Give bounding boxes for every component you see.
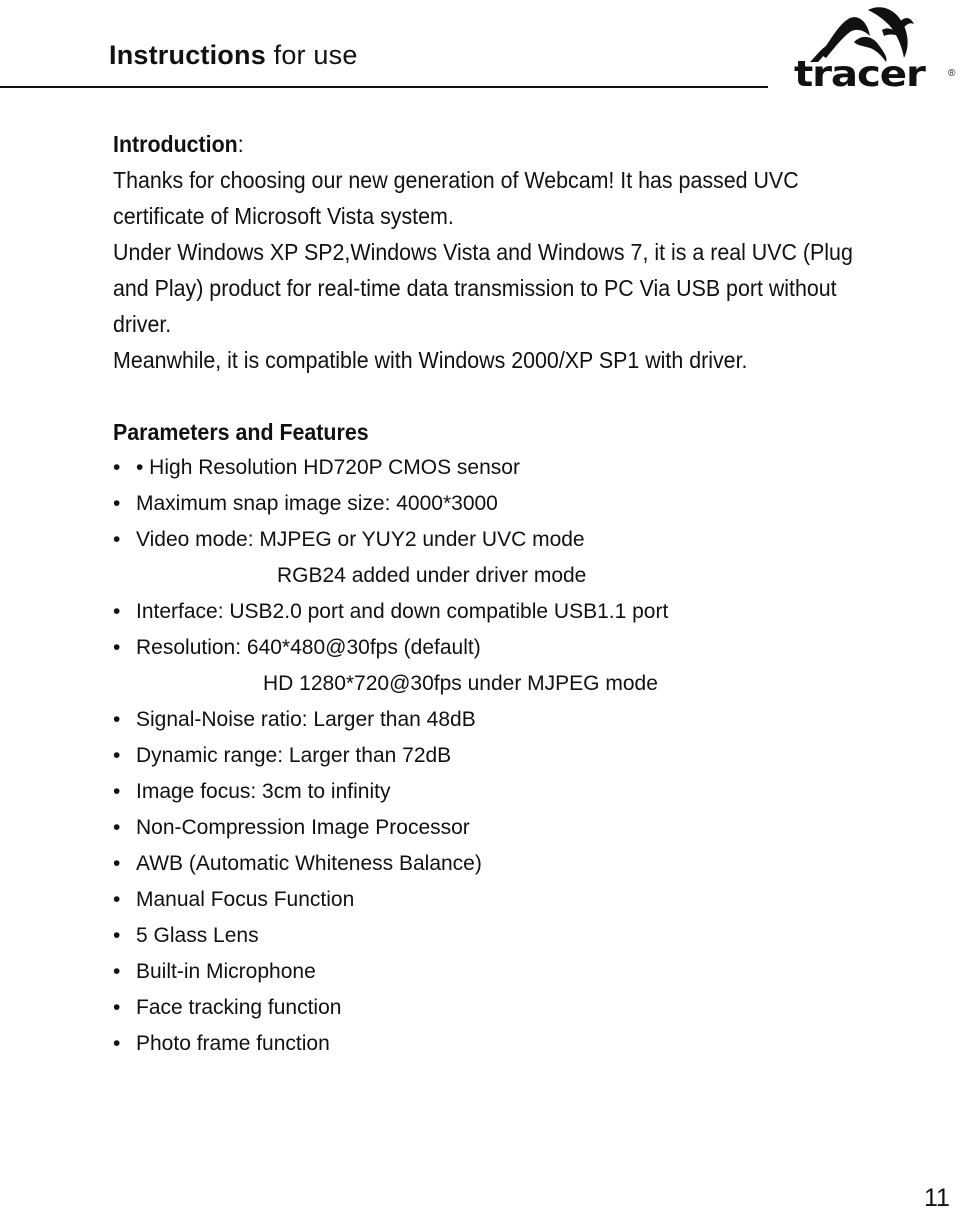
bullet-icon: • [113, 996, 121, 1019]
bullet-icon: • [113, 960, 121, 983]
introduction-line: Under Windows XP SP2,Windows Vista and W… [113, 239, 853, 265]
bullet-icon: • [113, 708, 121, 731]
feature-item: • Manual Focus Function [113, 882, 953, 918]
bullet-icon: • [113, 888, 121, 911]
bullet-icon: • [113, 528, 121, 551]
brand-wordmark: tracer [794, 54, 926, 95]
feature-item: • Video mode: MJPEG or YUY2 under UVC mod… [113, 522, 953, 558]
feature-item: • Photo frame function [113, 1026, 953, 1062]
bullet-icon: • [113, 1032, 121, 1055]
bullet-icon: • [113, 852, 121, 875]
introduction-heading: Introduction: [113, 131, 244, 157]
introduction-line: certificate of Microsoft Vista system. [113, 203, 454, 229]
bullet-icon: • [113, 780, 121, 803]
introduction-line: and Play) product for real-time data tra… [113, 275, 837, 301]
brand-logo: tracer ® [790, 2, 960, 97]
features-heading: Parameters and Features [113, 419, 369, 445]
tracer-logo-icon [810, 7, 914, 62]
bullet-icon: • [113, 924, 121, 947]
document-header-title: Instructions for use [109, 38, 358, 72]
feature-item: • 5 Glass Lens [113, 918, 953, 954]
feature-item: • Signal-Noise ratio: Larger than 48dB [113, 702, 953, 738]
bullet-icon: • [113, 492, 121, 515]
registered-mark: ® [948, 68, 956, 79]
feature-item: • Dynamic range: Larger than 72dB [113, 738, 953, 774]
page-number: 11 [924, 1184, 950, 1212]
bullet-icon: • [113, 816, 121, 839]
header-title-strong: Instructions [109, 40, 266, 70]
introduction-line: driver. [113, 311, 172, 337]
feature-item: • Interface: USB2.0 port and down compati… [113, 594, 953, 630]
feature-item: • Image focus: 3cm to infinity [113, 774, 953, 810]
feature-item-continuation: HD 1280*720@30fps under MJPEG mode [263, 672, 658, 695]
bullet-icon: • [113, 744, 121, 767]
feature-item: • AWB (Automatic Whiteness Balance) [113, 846, 953, 882]
bullet-icon: • [113, 636, 121, 659]
feature-item: • Maximum snap image size: 4000*3000 [113, 486, 953, 522]
document-body: Introduction: Thanks for choosing our ne… [113, 126, 953, 1062]
bullet-icon: • [113, 456, 121, 479]
feature-item-continuation: RGB24 added under driver mode [277, 564, 587, 587]
feature-item: • Resolution: 640*480@30fps (default) [113, 630, 953, 666]
header-title-light: for use [265, 40, 358, 70]
feature-item: • • High Resolution HD720P CMOS sensor [113, 450, 953, 486]
bullet-icon: • [113, 600, 121, 623]
header-divider [0, 86, 768, 88]
introduction-line: Meanwhile, it is compatible with Windows… [113, 347, 748, 373]
introduction-line: Thanks for choosing our new generation o… [113, 167, 799, 193]
feature-item: • Built-in Microphone [113, 954, 953, 990]
feature-item: • Non-Compression Image Processor [113, 810, 953, 846]
feature-item: • Face tracking function [113, 990, 953, 1026]
